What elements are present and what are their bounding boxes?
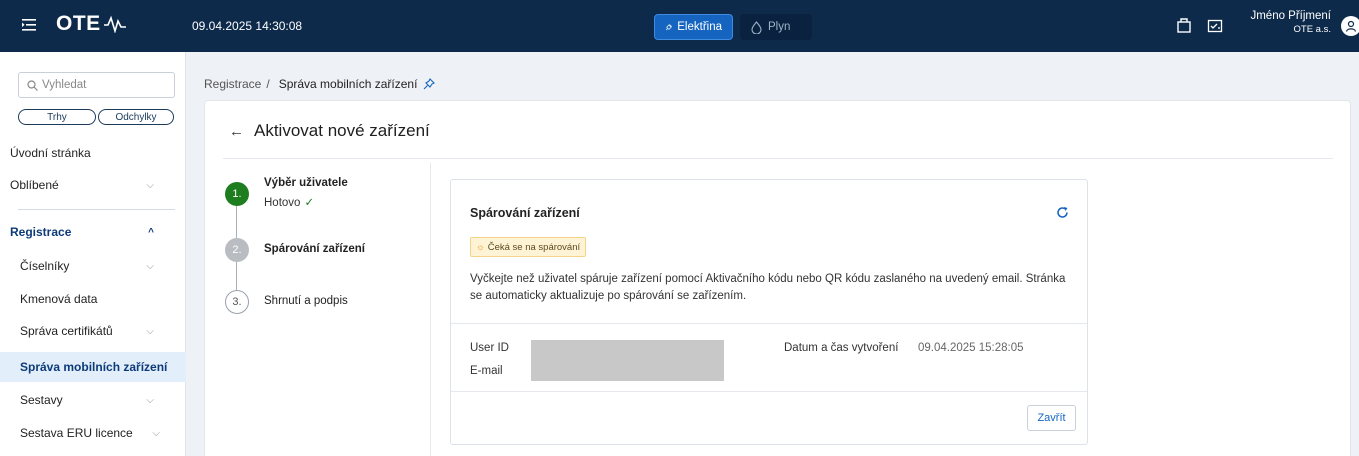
redacted-user-info — [531, 340, 724, 381]
sidebar-item-label: Registrace — [10, 225, 72, 239]
created-value: 09.04.2025 15:28:05 — [918, 342, 1024, 354]
chevron-down-icon: ⌵ — [146, 179, 154, 191]
refresh-icon[interactable] — [1056, 206, 1069, 219]
stepper-divider — [430, 163, 431, 456]
sidebar-item-label: Úvodní stránka — [10, 146, 91, 160]
sidebar-item-label: Kmenová data — [20, 292, 98, 306]
sidebar-item-label: Správa certifikátů — [20, 324, 113, 338]
top-bar: OTE 09.04.2025 14:30:08 Elektřina Plyn J… — [0, 0, 1359, 52]
step-3-circle: 3. — [225, 290, 249, 314]
sidebar-item-registrace[interactable]: Registrace ^ — [0, 217, 186, 247]
breadcrumb-current: Správa mobilních zařízení — [278, 77, 418, 91]
sidebar-item-label: Správa mobilních zařízení — [20, 360, 168, 374]
step-3-label: Shrnutí a podpis — [264, 295, 348, 307]
chevron-down-icon: ⌵ — [146, 325, 154, 337]
user-icon — [1345, 20, 1357, 32]
search-icon — [27, 79, 38, 91]
task-icon[interactable] — [1207, 18, 1223, 34]
segment-plyn[interactable]: Plyn — [740, 14, 812, 40]
chevron-up-icon: ^ — [148, 226, 154, 238]
user-id-label: User ID — [470, 342, 509, 354]
sidebar-item-sprava-mobilnich-zarizeni[interactable]: Správa mobilních zařízení — [0, 352, 186, 382]
breadcrumb-parent[interactable]: Registrace — [204, 77, 261, 91]
page-title: ← Aktivovat nové zařízení — [229, 121, 430, 141]
user-name: Jméno Příjmení — [1250, 10, 1331, 22]
sidebar-divider — [18, 209, 175, 210]
segment-elektrina[interactable]: Elektřina — [654, 14, 733, 40]
status-badge-text: Čeká se na spárování — [487, 241, 581, 253]
filter-pill-trhy[interactable]: Trhy — [18, 109, 96, 125]
sidebar-item-kmenova-data[interactable]: Kmenová data — [0, 284, 186, 314]
pairing-description: Vyčkejte než uživatel spáruje zařízení p… — [470, 273, 1066, 302]
spinner-icon: ☼ — [476, 241, 485, 253]
search-input[interactable]: Vyhledat — [18, 72, 175, 98]
chevron-down-icon: ⌵ — [152, 427, 160, 439]
header-datetime: 09.04.2025 14:30:08 — [192, 19, 303, 33]
step-1-circle: 1. — [225, 182, 249, 206]
step-2-circle: 2. — [225, 238, 249, 262]
inbox-icon[interactable] — [1176, 18, 1192, 34]
breadcrumb: Registrace / Správa mobilních zařízení — [204, 77, 436, 91]
panel-divider — [451, 391, 1087, 392]
ote-logo[interactable]: OTE — [56, 12, 127, 36]
sidebar-item-label: Sestavy — [20, 393, 63, 407]
page-title-text: Aktivovat nové zařízení — [254, 121, 430, 140]
back-arrow-icon[interactable]: ← — [229, 123, 244, 140]
close-button[interactable]: Zavřít — [1027, 405, 1076, 431]
plug-icon — [665, 23, 672, 30]
breadcrumb-separator: / — [266, 77, 270, 91]
step-2-label: Spárování zařízení — [264, 243, 365, 255]
sidebar-item-uvodni-stranka[interactable]: Úvodní stránka — [0, 138, 186, 168]
sidebar-item-sestava-eru-licence[interactable]: Sestava ERU licence ⌵ — [0, 418, 186, 448]
pairing-title: Spárování zařízení — [470, 206, 580, 220]
sidebar-item-ciselniky[interactable]: Číselníky ⌵ — [0, 251, 186, 281]
panel-divider — [451, 323, 1087, 324]
avatar[interactable] — [1341, 16, 1359, 36]
sidebar-item-sprava-certifikatu[interactable]: Správa certifikátů ⌵ — [0, 316, 186, 346]
segment-label: Plyn — [768, 21, 791, 33]
pairing-panel: Spárování zařízení ☼ Čeká se na spárován… — [450, 179, 1088, 445]
check-icon: ✓ — [304, 197, 315, 209]
step-connector — [236, 206, 237, 238]
pin-icon[interactable] — [423, 78, 436, 90]
step-connector — [236, 262, 237, 290]
user-info[interactable]: Jméno Příjmení OTE a.s. — [1250, 10, 1331, 36]
logo-text: OTE — [56, 12, 101, 35]
step-1-label: Výběr uživatele — [264, 177, 348, 189]
sidebar: Vyhledat Trhy Odchylky Úvodní stránka Ob… — [0, 52, 186, 456]
step-1-status: Hotovo ✓ — [264, 195, 314, 209]
flame-icon — [751, 20, 762, 34]
sidebar-item-sestavy[interactable]: Sestavy ⌵ — [0, 385, 186, 415]
logo-wave-icon — [103, 15, 126, 33]
sidebar-item-label: Sestava ERU licence — [20, 426, 133, 440]
status-badge: ☼ Čeká se na spárování — [470, 237, 587, 257]
user-company: OTE a.s. — [1293, 24, 1331, 35]
email-label: E-mail — [470, 365, 503, 377]
main-card: ← Aktivovat nové zařízení 1. Výběr uživa… — [204, 100, 1351, 456]
segment-label: Elektřina — [677, 21, 722, 33]
step-status-text: Hotovo — [264, 197, 301, 209]
chevron-down-icon: ⌵ — [146, 394, 154, 406]
chevron-down-icon: ⌵ — [146, 260, 154, 272]
filter-pill-odchylky[interactable]: Odchylky — [98, 109, 174, 125]
search-placeholder: Vyhledat — [42, 79, 87, 91]
sidebar-item-oblibene[interactable]: Oblíbené ⌵ — [0, 170, 186, 200]
menu-icon[interactable] — [22, 18, 36, 32]
sidebar-item-label: Číselníky — [20, 259, 70, 273]
sidebar-item-label: Oblíbené — [10, 178, 59, 192]
title-divider — [223, 158, 1333, 159]
created-label: Datum a čas vytvoření — [784, 342, 899, 354]
